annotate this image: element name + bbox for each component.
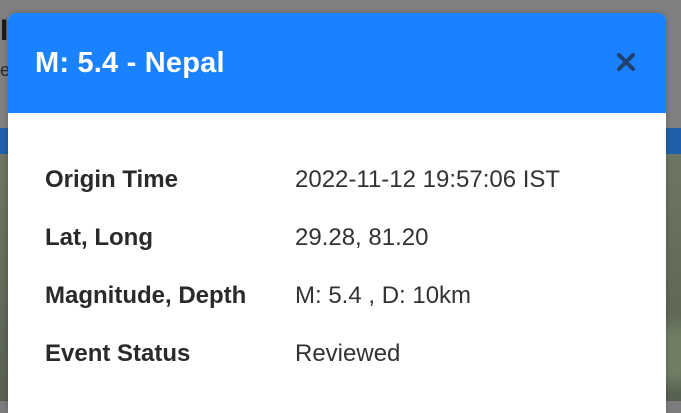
detail-row-origin-time: Origin Time 2022-11-12 19:57:06 IST — [45, 151, 560, 209]
detail-value: 2022-11-12 19:57:06 IST — [295, 166, 561, 193]
close-icon — [617, 53, 635, 71]
detail-value: 29.28, 81.20 — [295, 224, 429, 251]
detail-row-lat-long: Lat, Long 29.28, 81.20 — [45, 209, 560, 267]
detail-label: Origin Time — [45, 166, 178, 193]
detail-value: M: 5.4 , D: 10km — [295, 282, 472, 309]
detail-label: Magnitude, Depth — [45, 282, 247, 309]
event-details-table: Origin Time 2022-11-12 19:57:06 IST Lat,… — [45, 151, 560, 383]
modal-header: M: 5.4 - Nepal — [8, 13, 666, 113]
detail-value: Reviewed — [295, 340, 401, 367]
close-button[interactable] — [612, 48, 640, 76]
detail-row-event-status: Event Status Reviewed — [45, 325, 560, 383]
modal-title: M: 5.4 - Nepal — [35, 46, 225, 79]
detail-label: Event Status — [45, 340, 191, 367]
modal-body: Origin Time 2022-11-12 19:57:06 IST Lat,… — [8, 113, 666, 383]
detail-row-magnitude-depth: Magnitude, Depth M: 5.4 , D: 10km — [45, 267, 560, 325]
earthquake-details-modal: M: 5.4 - Nepal Origin Time 2022-11-12 19… — [8, 13, 666, 413]
detail-label: Lat, Long — [45, 224, 153, 251]
